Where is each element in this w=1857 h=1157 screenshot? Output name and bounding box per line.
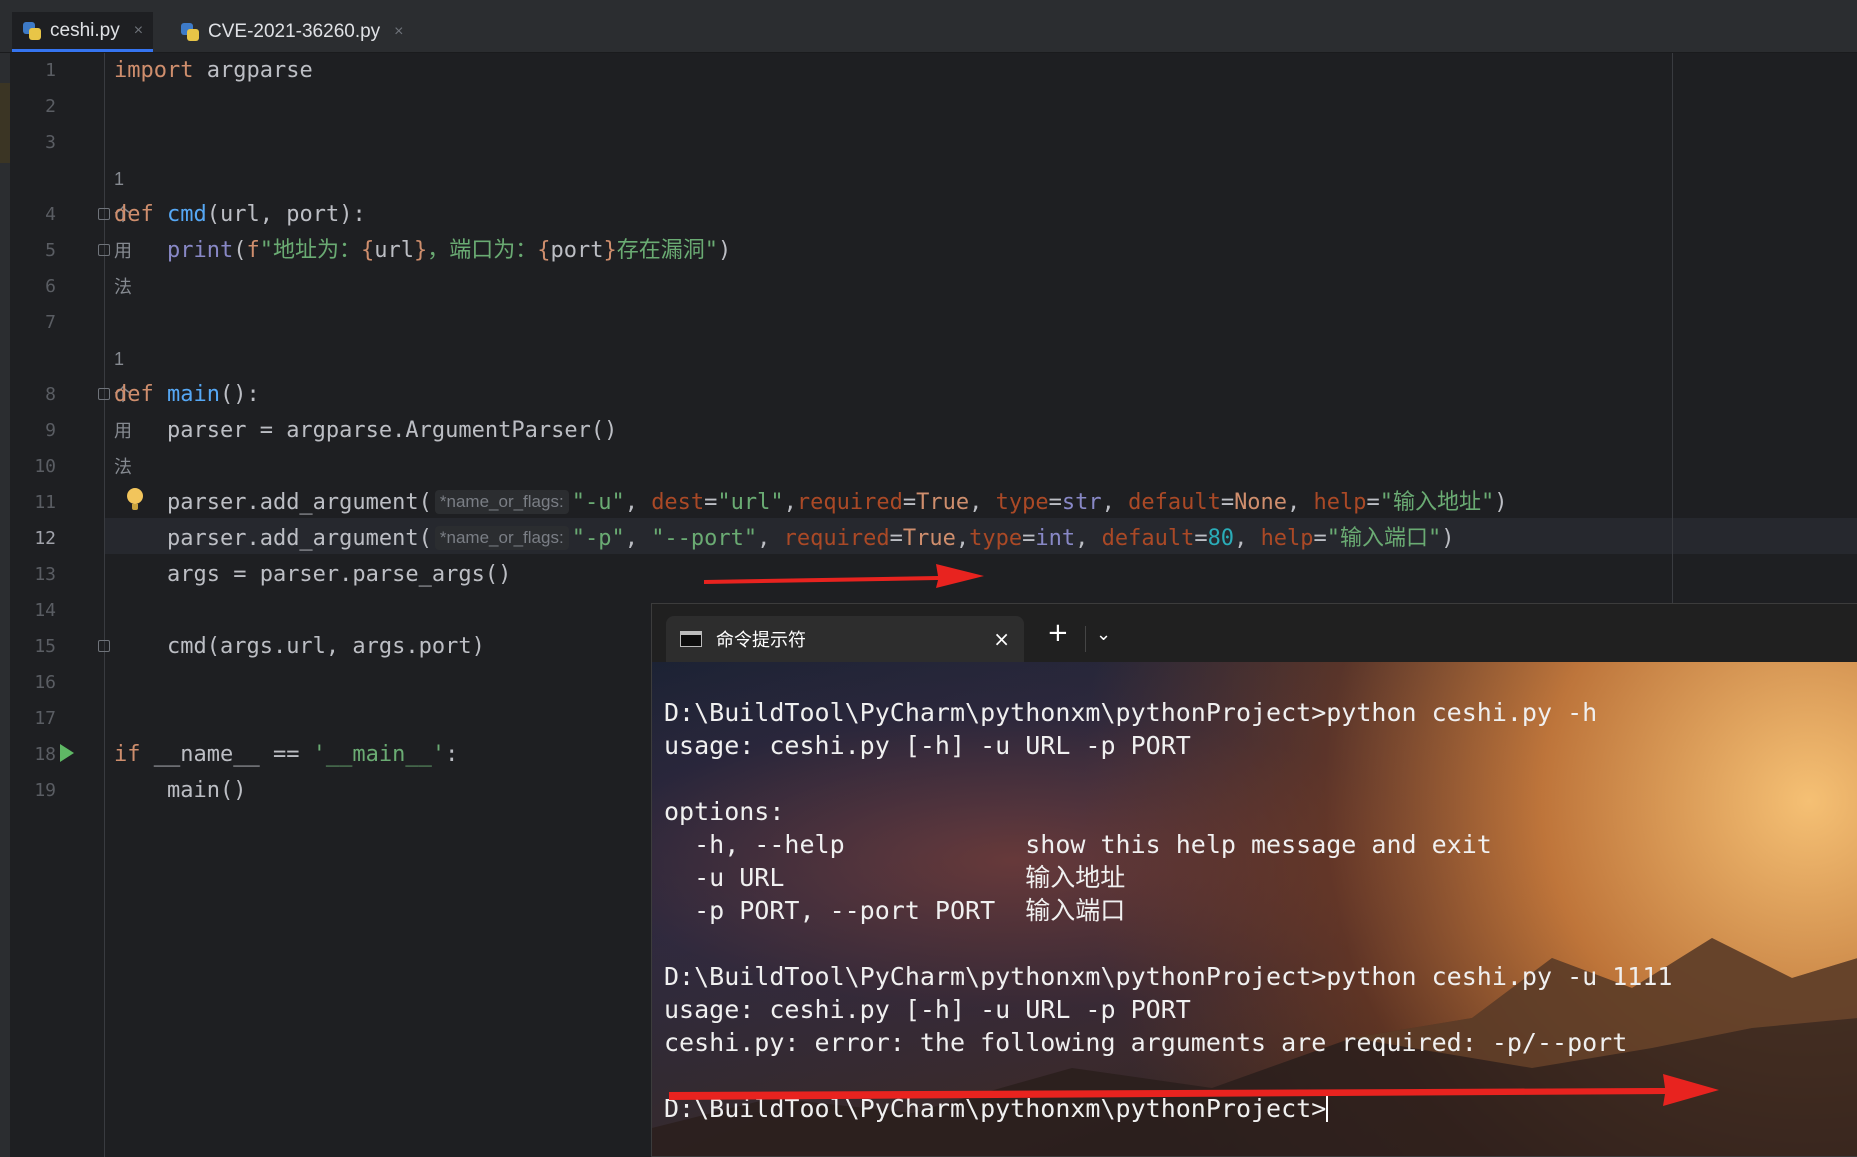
tab-cve-2021-36260-py[interactable]: CVE-2021-36260.py × xyxy=(170,12,414,52)
close-icon[interactable]: × xyxy=(134,22,143,40)
code-line-19: main() xyxy=(166,778,247,803)
code-line-11: parser.add_argument(*name_or_flags: "-u",… xyxy=(166,490,1508,515)
line-number: 6 xyxy=(45,276,56,297)
annotation-arrow xyxy=(669,1074,1719,1106)
terminal-line: options: xyxy=(664,797,785,826)
terminal-line: -h, --help show this help message and ex… xyxy=(664,830,1492,859)
param-hint: *name_or_flags: xyxy=(434,490,569,514)
code-line-1: import argparse xyxy=(114,58,313,83)
code-line-4: def cmd(url, port): xyxy=(114,202,366,227)
terminal-line: usage: ceshi.py [-h] -u URL -p PORT xyxy=(664,731,1191,760)
line-number: 15 xyxy=(34,636,56,657)
terminal-line: -p PORT, --port PORT 输入端口 xyxy=(664,896,1126,925)
code-line-15: cmd(args.url, args.port) xyxy=(166,634,485,659)
tab-label: ceshi.py xyxy=(50,19,120,41)
annotation-arrow xyxy=(704,564,984,588)
line-number: 9 xyxy=(45,420,56,441)
terminal-line: -u URL 输入地址 xyxy=(664,863,1126,892)
code-line-8: def main(): xyxy=(114,382,260,407)
command-prompt-icon xyxy=(680,631,702,647)
line-number: 18 xyxy=(34,744,56,765)
line-number-gutter: 1 2 3 4 5 6 7 8 9 10 11 12 13 14 15 16 1… xyxy=(10,53,105,1157)
close-icon[interactable]: × xyxy=(394,23,403,41)
fold-toggle-icon[interactable] xyxy=(98,244,110,256)
line-number: 19 xyxy=(34,780,56,801)
line-number: 10 xyxy=(34,456,56,477)
code-line-12: parser.add_argument(*name_or_flags: "-p",… xyxy=(166,526,1455,551)
terminal-tab-title: 命令提示符 xyxy=(716,630,806,650)
terminal-tab[interactable]: 命令提示符 × xyxy=(666,616,1024,662)
line-number: 3 xyxy=(45,132,56,153)
tab-ceshi-py[interactable]: ceshi.py × xyxy=(12,12,154,52)
fold-toggle-icon[interactable] xyxy=(98,640,110,652)
editor-tab-bar: ceshi.py × CVE-2021-36260.py × xyxy=(0,12,1857,53)
run-gutter-icon[interactable] xyxy=(60,744,74,762)
line-number: 7 xyxy=(45,312,56,333)
chevron-down-icon[interactable]: ⌄ xyxy=(1096,624,1111,645)
tab-divider xyxy=(1085,626,1086,652)
line-number: 14 xyxy=(34,600,56,621)
tool-window-strip xyxy=(0,53,10,1157)
terminal-line: D:\BuildTool\PyCharm\pythonxm\pythonProj… xyxy=(664,698,1598,727)
terminal-tab-bar: 命令提示符 × + ⌄ xyxy=(652,604,1857,662)
line-number-current: 12 xyxy=(34,528,56,549)
new-tab-button[interactable]: + xyxy=(1047,618,1069,648)
param-hint: *name_or_flags: xyxy=(434,526,569,550)
line-number: 4 xyxy=(45,204,56,225)
tab-label: CVE-2021-36260.py xyxy=(208,21,381,42)
code-line-9: parser = argparse.ArgumentParser() xyxy=(166,418,618,443)
line-number: 13 xyxy=(34,564,56,585)
right-margin-guide xyxy=(1672,53,1673,603)
terminal-line: D:\BuildTool\PyCharm\pythonxm\pythonProj… xyxy=(664,962,1673,991)
fold-toggle-icon[interactable] xyxy=(98,388,110,400)
python-file-icon xyxy=(180,22,200,42)
line-number: 11 xyxy=(34,492,56,513)
line-number: 8 xyxy=(45,384,56,405)
code-line-18: if __name__ == '__main__': xyxy=(114,742,459,767)
code-line-13: args = parser.parse_args() xyxy=(166,562,512,587)
line-number: 2 xyxy=(45,96,56,117)
line-number: 1 xyxy=(45,60,56,81)
line-number: 16 xyxy=(34,672,56,693)
fold-toggle-icon[interactable] xyxy=(98,208,110,220)
line-number: 5 xyxy=(45,240,56,261)
close-icon[interactable]: × xyxy=(993,627,1010,651)
line-number: 17 xyxy=(34,708,56,729)
terminal-line: usage: ceshi.py [-h] -u URL -p PORT xyxy=(664,995,1191,1024)
python-file-icon xyxy=(22,21,42,41)
terminal-line: ceshi.py: error: the following arguments… xyxy=(664,1028,1628,1057)
code-line-5: print(f"地址为：{url}，端口为：{port}存在漏洞") xyxy=(166,238,732,263)
